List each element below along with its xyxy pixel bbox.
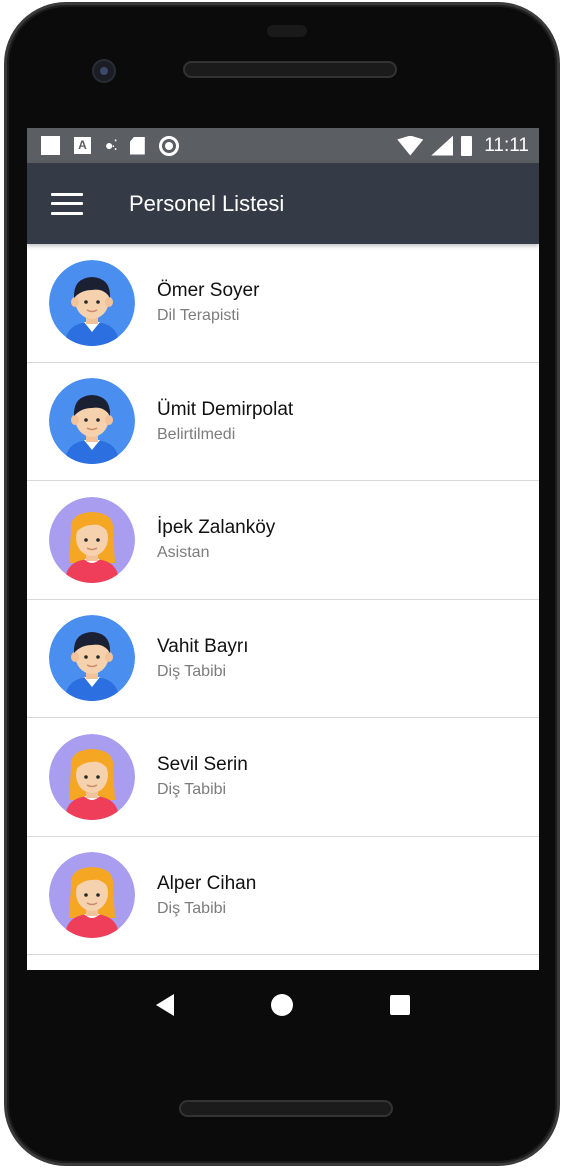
status-bar: A ●∙⁚ 11:11 bbox=[27, 128, 539, 163]
female-avatar-icon bbox=[49, 852, 135, 939]
person-role: Diş Tabibi bbox=[157, 899, 227, 917]
recents-icon[interactable] bbox=[390, 995, 411, 1015]
wifi-icon bbox=[397, 135, 424, 156]
list-item[interactable]: Vahit Bayrı Diş Tabibi bbox=[27, 600, 539, 718]
status-time: 11:11 bbox=[484, 134, 529, 156]
person-role: Diş Tabibi bbox=[157, 781, 227, 799]
list-item-text: Alper Cihan Diş Tabibi bbox=[157, 873, 256, 918]
list-item-text: Ömer Soyer Dil Terapisti bbox=[157, 280, 259, 325]
hamburger-menu-icon[interactable] bbox=[51, 192, 83, 215]
list-item-text: Vahit Bayrı Diş Tabibi bbox=[157, 636, 249, 681]
top-speaker bbox=[183, 61, 397, 78]
list-item[interactable]: Ümit Demirpolat Belirtilmedi bbox=[27, 363, 539, 481]
back-icon[interactable] bbox=[155, 994, 174, 1016]
home-icon[interactable] bbox=[270, 994, 293, 1016]
list-item[interactable]: Ömer Soyer Dil Terapisti bbox=[27, 244, 539, 363]
list-item[interactable]: İpek Zalanköy Asistan bbox=[27, 481, 539, 600]
person-name: Sevil Serin bbox=[157, 754, 248, 776]
person-name: Alper Cihan bbox=[157, 872, 257, 894]
person-name: Ömer Soyer bbox=[157, 280, 260, 302]
person-role: Dil Terapisti bbox=[157, 307, 240, 325]
person-name: Vahit Bayrı bbox=[157, 635, 249, 657]
front-camera bbox=[92, 59, 116, 83]
list-item-text: Sevil Serin Diş Tabibi bbox=[157, 754, 248, 799]
navigation-bar bbox=[27, 970, 539, 1040]
bottom-speaker bbox=[179, 1100, 393, 1117]
female-avatar-icon bbox=[49, 496, 135, 583]
earpiece-top bbox=[267, 25, 307, 37]
male-avatar-icon bbox=[49, 378, 135, 465]
page-title: Personel Listesi bbox=[129, 190, 285, 216]
dots-icon: ●∙⁚ bbox=[105, 137, 118, 153]
person-name: İpek Zalanköy bbox=[157, 517, 276, 539]
male-avatar-icon bbox=[49, 615, 135, 702]
list-item[interactable]: Sevil Serin Diş Tabibi bbox=[27, 718, 539, 837]
person-role: Belirtilmedi bbox=[157, 425, 236, 443]
signal-icon bbox=[431, 135, 454, 156]
app-bar: Personel Listesi bbox=[27, 163, 539, 244]
list-item[interactable] bbox=[27, 955, 539, 970]
person-role: Asistan bbox=[157, 544, 210, 562]
circle-icon bbox=[158, 135, 179, 156]
square-icon bbox=[41, 136, 60, 155]
personnel-list: Ömer Soyer Dil Terapisti Ümit Demirpolat B… bbox=[27, 244, 539, 970]
sd-card-icon bbox=[129, 136, 145, 155]
list-item-text: Ümit Demirpolat Belirtilmedi bbox=[157, 399, 293, 444]
male-avatar-icon bbox=[49, 259, 135, 346]
battery-icon bbox=[461, 135, 473, 156]
list-item[interactable]: Alper Cihan Diş Tabibi bbox=[27, 837, 539, 955]
a-icon: A bbox=[74, 137, 91, 154]
female-avatar-icon bbox=[49, 733, 135, 820]
person-name: Ümit Demirpolat bbox=[157, 398, 294, 420]
person-role: Diş Tabibi bbox=[157, 662, 227, 680]
list-item-text: İpek Zalanköy Asistan bbox=[157, 517, 275, 562]
phone-screen: A ●∙⁚ 11:11 Personel Listesi Ömer Soyer D… bbox=[27, 128, 539, 970]
